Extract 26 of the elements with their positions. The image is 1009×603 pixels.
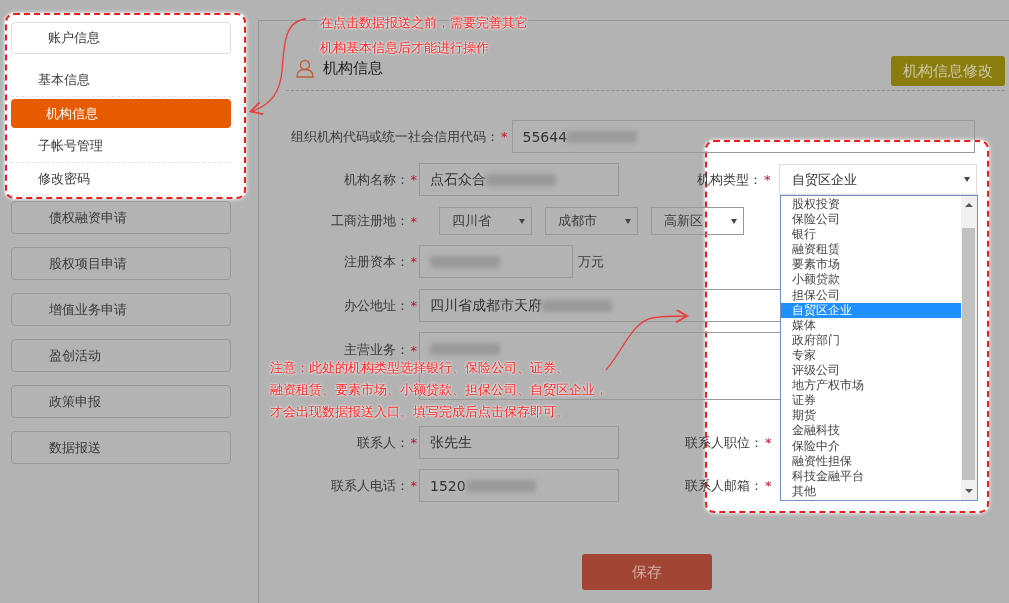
required-mark: *	[410, 254, 417, 269]
field-label: 工商注册地：	[330, 212, 409, 230]
annotation-note: 注意：此处的机构类型选择银行、保险公司、证券、 融资租赁、要素市场、小额贷款、担保公司、自贸区企业， 才会出现数据报送入口。填写完成后点击保存即可。	[270, 359, 608, 421]
field-label: 联系人邮箱：	[685, 476, 763, 495]
required-mark: *	[765, 478, 772, 493]
field-label: 主营业务：	[343, 341, 409, 359]
field-label: 联系人：	[356, 433, 409, 452]
unit-label: 万元	[578, 252, 604, 271]
field-label: 注册资本：	[343, 252, 409, 271]
section-title: 机构信息	[323, 59, 383, 78]
field-label: 机构类型：	[697, 170, 762, 189]
required-mark: *	[410, 298, 417, 313]
field-label: 联系人职位：	[685, 433, 763, 452]
required-mark: *	[410, 172, 417, 187]
field-label: 机构名称：	[343, 170, 409, 189]
required-mark: *	[501, 129, 508, 144]
annotation-note: 在点击数据报送之前，需要完善其它 机构基本信息后才能进行操作	[320, 14, 528, 57]
required-mark: *	[410, 478, 417, 493]
field-label: 办公地址：	[343, 296, 409, 315]
required-mark: *	[764, 172, 771, 187]
field-label: 组织机构代码或统一社会信用代码：	[291, 127, 499, 146]
required-mark: *	[410, 213, 417, 229]
field-label: 联系人电话：	[330, 476, 409, 495]
required-mark: *	[410, 342, 417, 358]
required-mark: *	[765, 435, 772, 450]
required-mark: *	[410, 435, 417, 450]
